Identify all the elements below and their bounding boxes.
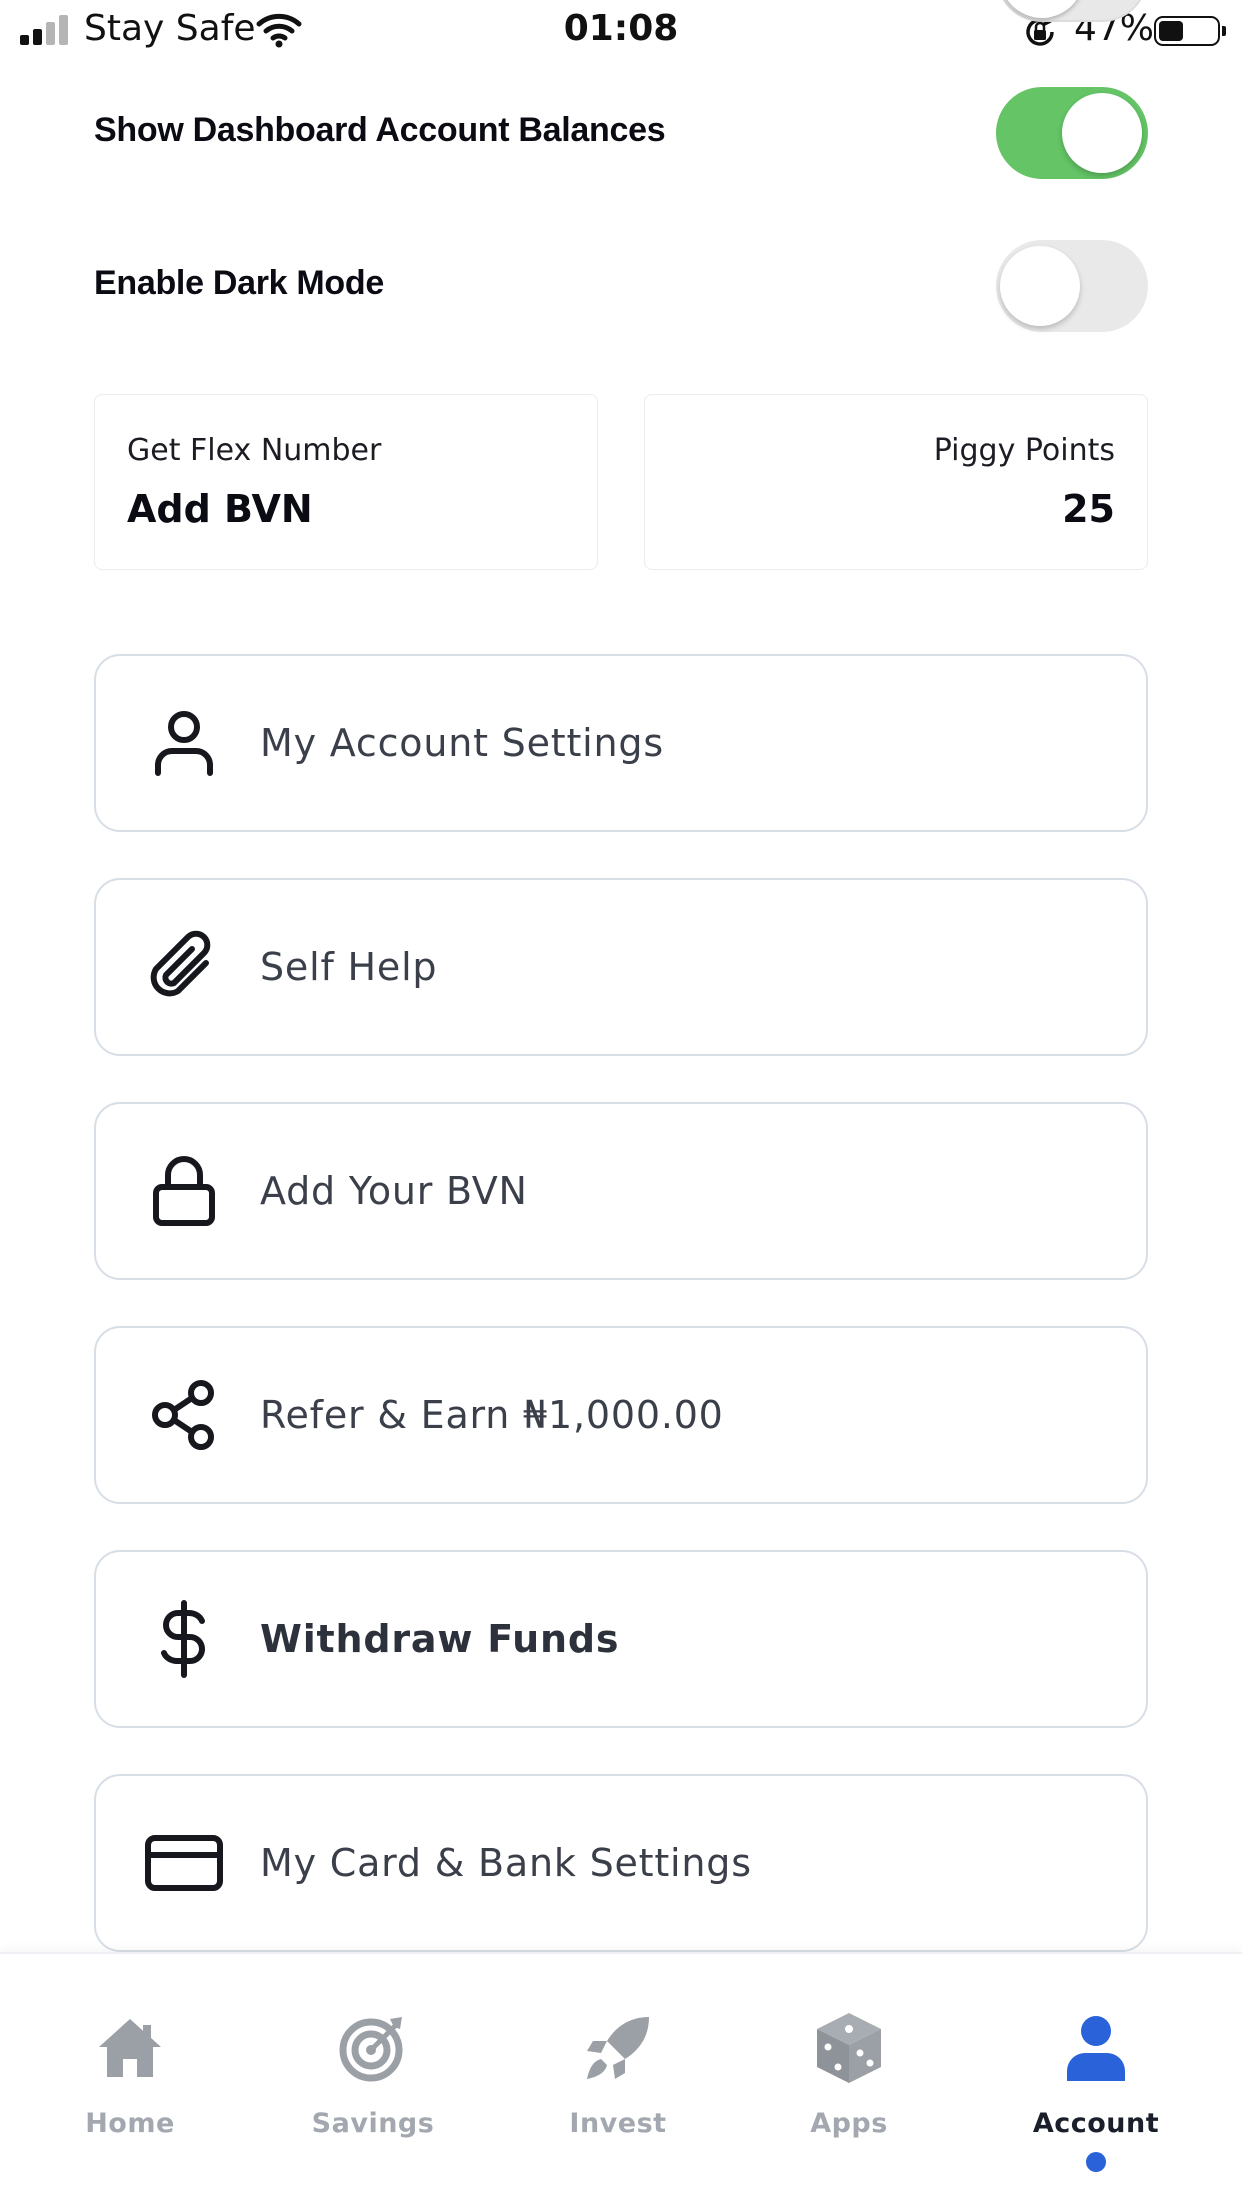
credit-card-icon xyxy=(144,1823,224,1903)
piggy-points-value: 25 xyxy=(1062,487,1115,531)
menu-label: Withdraw Funds xyxy=(260,1617,620,1661)
menu-label: Self Help xyxy=(260,945,438,989)
dark-mode-row: Enable Dark Mode xyxy=(94,240,1148,332)
menu-label: My Account Settings xyxy=(260,721,664,765)
dark-mode-label: Enable Dark Mode xyxy=(94,264,384,302)
tab-label: Apps xyxy=(810,2108,888,2139)
active-tab-indicator xyxy=(1086,2152,1106,2172)
tab-label: Invest xyxy=(569,2108,667,2139)
menu-item-self-help[interactable]: Self Help xyxy=(94,878,1148,1056)
tab-label: Account xyxy=(1032,2108,1160,2139)
tab-invest[interactable]: Invest xyxy=(518,1954,718,2208)
battery-icon xyxy=(1154,16,1226,46)
bottom-tab-bar: Home Savings Invest Apps Account xyxy=(0,1952,1242,2208)
piggy-points-card[interactable]: Piggy Points 25 xyxy=(644,394,1148,570)
flex-number-card[interactable]: Get Flex Number Add BVN xyxy=(94,394,598,570)
menu-label: Refer & Earn ₦1,000.00 xyxy=(260,1393,724,1437)
tab-home[interactable]: Home xyxy=(30,1954,230,2208)
user-icon xyxy=(1056,2008,1136,2088)
menu-label: My Card & Bank Settings xyxy=(260,1841,752,1885)
menu-item-add-bvn[interactable]: Add Your BVN xyxy=(94,1102,1148,1280)
tab-apps[interactable]: Apps xyxy=(749,1954,949,2208)
show-balances-row: Show Dashboard Account Balances xyxy=(94,87,1148,179)
menu-item-account-settings[interactable]: My Account Settings xyxy=(94,654,1148,832)
piggy-points-caption: Piggy Points xyxy=(933,433,1115,468)
show-balances-toggle[interactable] xyxy=(996,87,1148,179)
menu-label: Add Your BVN xyxy=(260,1169,528,1213)
share-icon xyxy=(144,1375,224,1455)
menu-item-withdraw-funds[interactable]: Withdraw Funds xyxy=(94,1550,1148,1728)
lock-icon xyxy=(144,1151,224,1231)
tab-label: Home xyxy=(85,2108,175,2139)
flex-number-caption: Get Flex Number xyxy=(127,433,382,468)
battery-level xyxy=(1159,21,1183,41)
menu-item-refer-earn[interactable]: Refer & Earn ₦1,000.00 xyxy=(94,1326,1148,1504)
paperclip-icon xyxy=(144,927,224,1007)
rocket-icon xyxy=(578,2008,658,2088)
menu-item-card-bank-settings[interactable]: My Card & Bank Settings xyxy=(94,1774,1148,1952)
tab-account[interactable]: Account xyxy=(996,1954,1196,2208)
tab-savings[interactable]: Savings xyxy=(273,1954,473,2208)
show-balances-label: Show Dashboard Account Balances xyxy=(94,111,666,149)
user-icon xyxy=(144,703,224,783)
home-icon xyxy=(90,2008,170,2088)
target-icon xyxy=(333,2008,413,2088)
flex-number-value: Add BVN xyxy=(127,487,313,531)
tab-label: Savings xyxy=(311,2108,435,2139)
dark-mode-toggle[interactable] xyxy=(996,240,1148,332)
cube-icon xyxy=(809,2008,889,2088)
dollar-icon xyxy=(144,1599,224,1679)
